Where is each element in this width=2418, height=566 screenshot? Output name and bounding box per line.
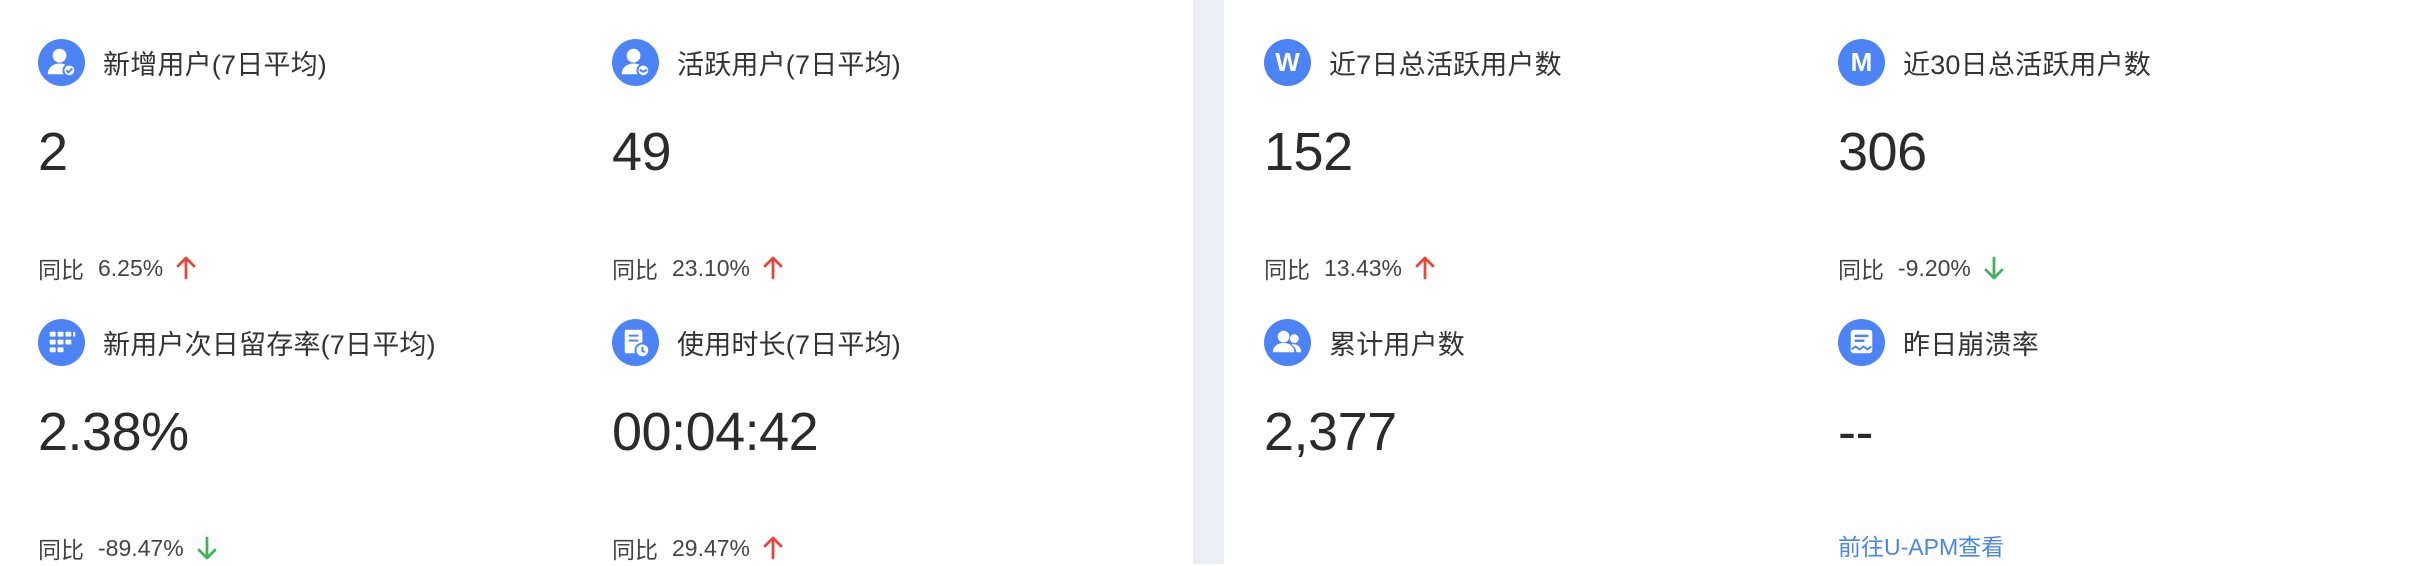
card-header: 使用时长(7日平均) [612,318,901,366]
compare-label: 同比 [1838,257,1884,283]
view-in-uapm-link[interactable]: 前往U-APM查看 [1838,528,2004,562]
card-header: 累计用户数 [1264,318,1465,366]
compare-label: 同比 [1264,257,1310,283]
usage-duration-icon [612,318,659,366]
yoy-comparison: 同比 13.43% [1264,250,1436,286]
yoy-comparison: 同比 -9.20% [1838,250,2005,286]
card-title: 近7日总活跃用户数 [1329,49,1562,80]
card-title: 新用户次日留存率(7日平均) [103,329,436,360]
arrow-up-icon [1414,255,1436,281]
compare-label: 同比 [38,537,84,563]
card-title: 累计用户数 [1329,329,1465,360]
arrow-up-icon [175,255,197,281]
card-title: 活跃用户(7日平均) [677,49,901,80]
compare-label: 同比 [612,257,658,283]
metric-value: 306 [1838,122,1927,182]
weekly-w-icon: W [1264,38,1311,86]
card-header: 昨日崩溃率 [1838,318,2039,366]
yoy-comparison: 同比 29.47% [612,530,784,566]
new-user-icon [38,38,85,86]
compare-value: 23.10% [672,254,751,281]
card-header: M 近30日总活跃用户数 [1838,38,2151,86]
cumulative-users-icon [1264,318,1311,366]
monthly-m-icon: M [1838,38,1885,86]
metric-value: 00:04:42 [612,402,819,462]
crash-report-icon [1838,318,1885,366]
icon-letter: W [1275,47,1300,77]
icon-letter: M [1850,47,1873,77]
metric-value: 152 [1264,122,1353,182]
arrow-up-icon [762,255,784,281]
metric-value: 2,377 [1264,402,1397,462]
yoy-comparison: 同比 23.10% [612,250,784,286]
card-title: 近30日总活跃用户数 [1903,49,2152,80]
retention-grid-icon [38,318,85,366]
compare-label: 同比 [612,537,658,563]
card-title: 使用时长(7日平均) [677,329,901,360]
card-title: 昨日崩溃率 [1903,329,2039,360]
card-header: 新用户次日留存率(7日平均) [38,318,436,366]
metric-card-new-users: 新增用户(7日平均) 2 同比 6.25% [38,38,598,283]
arrow-down-icon [196,535,218,561]
card-header: 活跃用户(7日平均) [612,38,901,86]
compare-value: -89.47% [98,534,184,561]
yoy-comparison: 同比 6.25% [38,250,197,286]
metric-value: -- [1838,402,1873,462]
panel-divider [1193,0,1224,564]
compare-value: 13.43% [1324,254,1403,281]
left-metrics-panel: 新增用户(7日平均) 2 同比 6.25% 活跃用户(7日平均) 49 同比 2… [0,0,1193,564]
metric-value: 49 [612,122,672,182]
metric-card-30day-active-users: M 近30日总活跃用户数 306 同比 -9.20% [1838,38,2398,283]
metric-card-cumulative-users: 累计用户数 2,377 [1264,318,1824,538]
dashboard-overview: 新增用户(7日平均) 2 同比 6.25% 活跃用户(7日平均) 49 同比 2… [0,0,2418,564]
compare-value: -9.20% [1898,254,1971,281]
right-metrics-panel: W 近7日总活跃用户数 152 同比 13.43% M 近30日总活跃用户数 3… [1224,0,2418,564]
card-header: W 近7日总活跃用户数 [1264,38,1562,86]
compare-label: 同比 [38,257,84,283]
arrow-down-icon [1983,255,2005,281]
arrow-up-icon [762,535,784,561]
yoy-comparison: 同比 -89.47% [38,530,218,566]
metric-value: 2 [38,122,68,182]
metric-value: 2.38% [38,402,189,462]
metric-card-crash-rate: 昨日崩溃率 -- 前往U-APM查看 [1838,318,2398,560]
metric-card-7day-active-users: W 近7日总活跃用户数 152 同比 13.43% [1264,38,1824,283]
compare-value: 6.25% [98,254,164,281]
metric-card-next-day-retention: 新用户次日留存率(7日平均) 2.38% 同比 -89.47% [38,318,598,563]
active-user-icon [612,38,659,86]
compare-value: 29.47% [672,534,751,561]
metric-card-usage-duration: 使用时长(7日平均) 00:04:42 同比 29.47% [612,318,1172,563]
card-header: 新增用户(7日平均) [38,38,327,86]
metric-card-active-users: 活跃用户(7日平均) 49 同比 23.10% [612,38,1172,283]
card-title: 新增用户(7日平均) [103,49,327,80]
